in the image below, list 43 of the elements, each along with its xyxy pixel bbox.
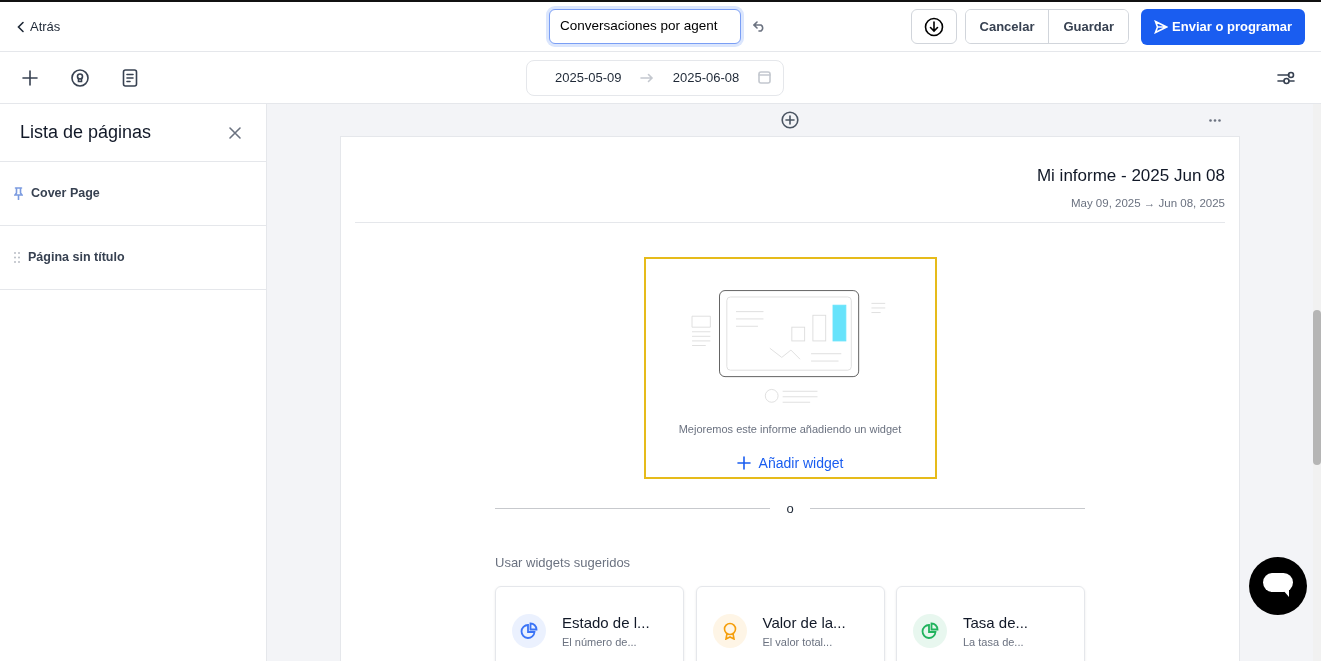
suggested-widget-card[interactable]: Estado de l... El número de... [495,586,684,661]
separator-text: o [786,500,794,518]
widget-description: La tasa de... [963,635,1025,650]
page-list-item[interactable]: Página sin título [28,248,125,267]
send-icon [1154,19,1169,34]
suggested-widget-card[interactable]: Tasa de... La tasa de... [896,586,1085,661]
calendar-icon [757,71,771,84]
more-icon [1209,118,1221,122]
save-button[interactable]: Guardar [1048,10,1129,43]
widget-description: El número de... [562,635,638,650]
widget-title: Tasa de... [963,612,1029,633]
back-link[interactable]: Atrás [16,16,61,37]
widget-title: Estado de l... [562,612,650,633]
suggested-widgets-heading: Usar widgets sugeridos [495,553,632,572]
download-button[interactable] [910,9,957,44]
lock-icon [70,67,90,88]
close-icon [228,125,242,140]
plus-icon [736,456,751,470]
send-button[interactable]: Enviar o programar [1141,8,1305,45]
sidebar-title: Lista de páginas [20,121,152,144]
empty-state-text: Mejoremos este informe añadiendo un widget [678,422,902,437]
chat-bubble-icon [1263,573,1293,599]
report-date-range: May 09, 2025 → Jun 08, 2025 [1070,195,1225,211]
plus-circle-icon [781,111,799,129]
page-list-item[interactable]: Cover Page [31,184,100,203]
date-range-field[interactable]: 2025-05-09 2025-06-08 [526,59,784,96]
plus-icon [20,67,40,88]
end-date: 2025-06-08 [672,68,740,87]
sliders-icon [1277,69,1295,86]
document-icon [120,67,140,88]
report-title-field[interactable]: Conversaciones por agent [549,9,741,44]
start-date: 2025-05-09 [555,68,622,87]
chevron-left-icon [16,20,26,33]
widget-description: El valor total... [762,635,834,650]
pin-icon [14,187,23,200]
add-widget-button[interactable]: Añadir widget [735,451,845,475]
arrow-right-icon [640,72,655,83]
download-icon [923,16,944,37]
undo-icon [753,21,766,32]
report-title: Mi informe - 2025 Jun 08 [1036,165,1225,187]
widget-title: Valor de la... [762,612,846,633]
drag-handle-icon[interactable] [14,252,20,263]
suggested-widget-card[interactable]: Valor de la... El valor total... [695,586,885,661]
